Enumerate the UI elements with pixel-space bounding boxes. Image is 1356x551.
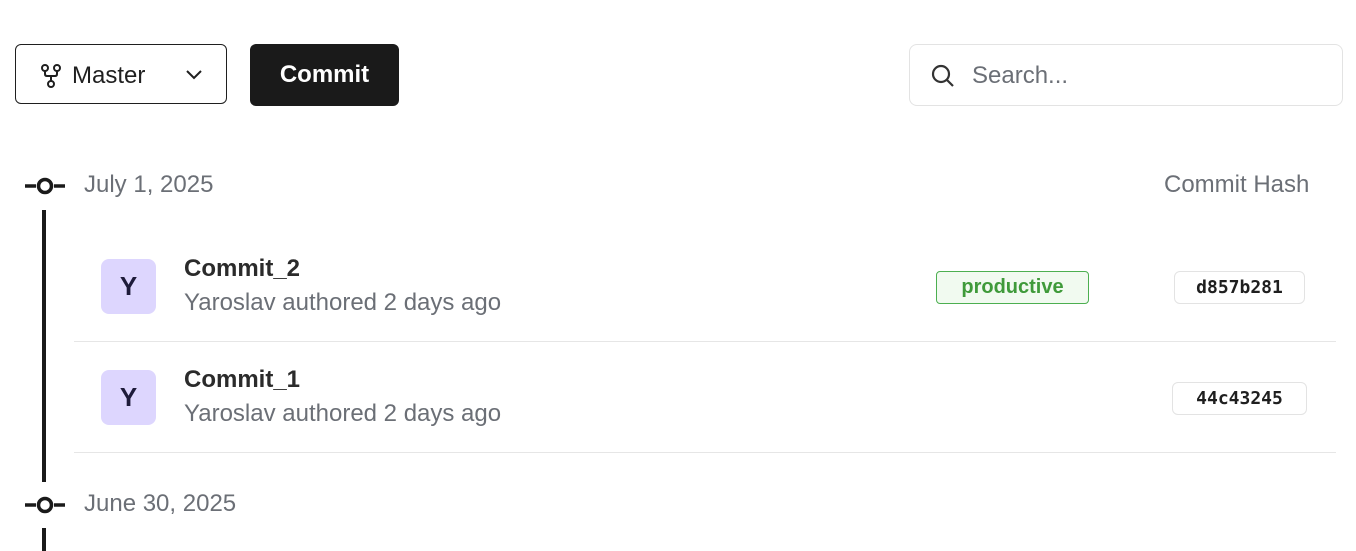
timeline-line [42,210,46,482]
branch-label: Master [72,62,146,89]
branch-select[interactable]: Master [15,44,227,104]
commit-meta: Yaroslav authored 2 days ago [184,289,502,316]
git-commit-icon [25,496,65,514]
search-input[interactable] [970,57,1324,95]
avatar: Y [101,370,156,425]
date-label: June 30, 2025 [84,490,237,517]
tag-badge: productive [936,271,1089,304]
toolbar: Master Commit [15,44,1343,106]
commit-meta: Yaroslav authored 2 days ago [184,400,502,427]
commit-hash-badge[interactable]: d857b281 [1174,271,1305,304]
timeline-line [42,528,46,551]
commit-title[interactable]: Commit_1 [184,366,300,394]
search-icon [931,64,954,87]
commit-hash-badge[interactable]: 44c43245 [1172,382,1307,415]
avatar: Y [101,259,156,314]
search-box[interactable] [909,44,1343,106]
commit-hash-header: Commit Hash [1164,171,1310,198]
git-branch-icon [41,64,61,88]
date-label: July 1, 2025 [84,171,214,198]
commit-row[interactable]: Y Commit_1 Yaroslav authored 2 days ago … [74,342,1336,453]
commit-history-page: Master Commit July 1, 2025 Commit Hash Y… [0,0,1356,551]
commit-row[interactable]: Y Commit_2 Yaroslav authored 2 days ago … [74,231,1336,342]
git-commit-icon [25,177,65,195]
commit-button[interactable]: Commit [250,44,399,106]
commit-title[interactable]: Commit_2 [184,255,300,283]
chevron-down-icon [186,70,202,80]
